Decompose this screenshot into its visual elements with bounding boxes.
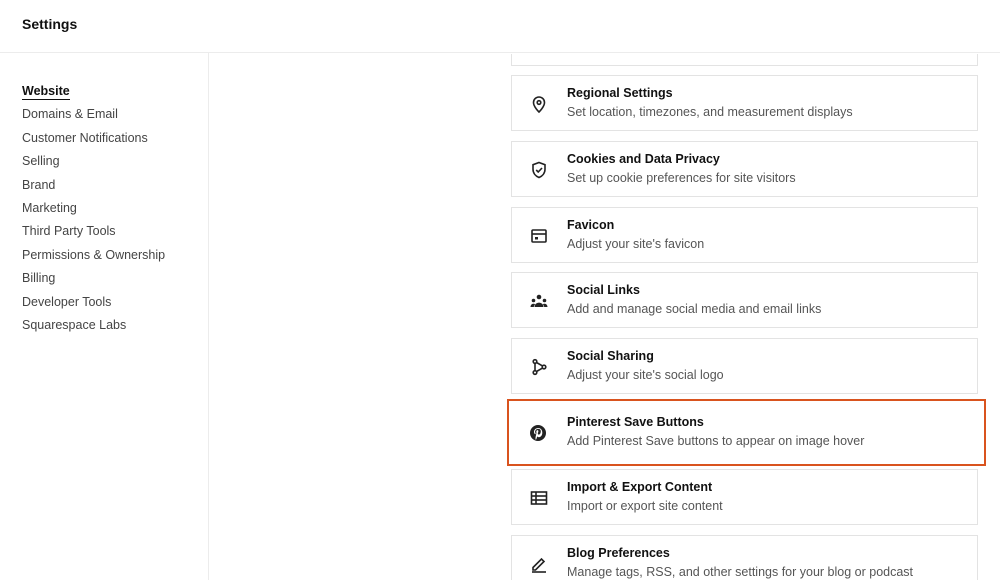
settings-card-favicon[interactable]: Favicon Adjust your site's favicon — [511, 207, 978, 263]
card-title: Regional Settings — [567, 86, 673, 100]
edit-pen-icon — [528, 553, 550, 575]
sidebar-item-label: Website — [22, 84, 70, 100]
sidebar-nav: Website Domains & Email Customer Notific… — [22, 83, 165, 340]
card-title: Favicon — [567, 218, 615, 232]
card-description: Add and manage social media and email li… — [567, 302, 822, 316]
sidebar-item-label: Domains & Email — [22, 107, 118, 122]
settings-main: Regional Settings Set location, timezone… — [210, 54, 1000, 580]
settings-card-import-export[interactable]: Import & Export Content Import or export… — [511, 469, 978, 525]
sidebar-item-marketing[interactable]: Marketing — [22, 200, 165, 223]
card-description: Set up cookie preferences for site visit… — [567, 171, 796, 185]
settings-card-social-links[interactable]: Social Links Add and manage social media… — [511, 272, 978, 328]
settings-card-regional[interactable]: Regional Settings Set location, timezone… — [511, 75, 978, 131]
card-title: Social Sharing — [567, 349, 654, 363]
sidebar: Website Domains & Email Customer Notific… — [0, 53, 209, 580]
page-title: Settings — [22, 16, 78, 32]
card-description: Set location, timezones, and measurement… — [567, 105, 853, 119]
sidebar-item-customer-notifications[interactable]: Customer Notifications — [22, 130, 165, 153]
sidebar-item-domains-email[interactable]: Domains & Email — [22, 106, 165, 129]
people-group-icon — [528, 290, 550, 312]
location-pin-icon — [528, 93, 550, 115]
table-list-icon — [528, 487, 550, 509]
sidebar-item-label: Customer Notifications — [22, 130, 148, 145]
share-branch-icon — [528, 356, 550, 378]
sidebar-item-permissions-ownership[interactable]: Permissions & Ownership — [22, 247, 165, 270]
sidebar-item-label: Squarespace Labs — [22, 317, 127, 332]
sidebar-item-squarespace-labs[interactable]: Squarespace Labs — [22, 317, 165, 340]
card-description: Manage tags, RSS, and other settings for… — [567, 565, 914, 579]
card-title: Social Links — [567, 283, 640, 297]
browser-window-icon — [528, 225, 550, 247]
sidebar-item-label: Billing — [22, 271, 56, 286]
card-description: Adjust your site's social logo — [567, 368, 724, 382]
sidebar-item-label: Permissions & Ownership — [22, 247, 166, 262]
card-title: Blog Preferences — [567, 546, 670, 560]
settings-card-social-sharing[interactable]: Social Sharing Adjust your site's social… — [511, 338, 978, 394]
sidebar-item-third-party-tools[interactable]: Third Party Tools — [22, 223, 165, 246]
settings-card-pinterest[interactable]: Pinterest Save Buttons Add Pinterest Sav… — [507, 399, 986, 466]
pinterest-icon — [527, 422, 549, 444]
sidebar-item-label: Brand — [22, 177, 56, 192]
sidebar-item-selling[interactable]: Selling — [22, 153, 165, 176]
sidebar-item-label: Developer Tools — [22, 294, 112, 309]
settings-card-partial[interactable] — [511, 54, 978, 66]
card-title: Import & Export Content — [567, 480, 713, 494]
sidebar-item-developer-tools[interactable]: Developer Tools — [22, 294, 165, 317]
card-title: Pinterest Save Buttons — [567, 415, 704, 429]
sidebar-item-brand[interactable]: Brand — [22, 177, 165, 200]
shield-check-icon — [528, 159, 550, 181]
card-description: Adjust your site's favicon — [567, 237, 705, 251]
settings-card-blog[interactable]: Blog Preferences Manage tags, RSS, and o… — [511, 535, 978, 580]
sidebar-item-billing[interactable]: Billing — [22, 270, 165, 293]
top-bar: Settings — [0, 0, 1000, 53]
settings-card-cookies[interactable]: Cookies and Data Privacy Set up cookie p… — [511, 141, 978, 197]
card-title: Cookies and Data Privacy — [567, 152, 720, 166]
card-description: Add Pinterest Save buttons to appear on … — [567, 434, 865, 448]
sidebar-item-label: Marketing — [22, 200, 77, 215]
card-description: Import or export site content — [567, 499, 723, 513]
sidebar-item-website[interactable]: Website — [22, 83, 165, 106]
sidebar-item-label: Third Party Tools — [22, 224, 116, 239]
sidebar-item-label: Selling — [22, 154, 60, 169]
